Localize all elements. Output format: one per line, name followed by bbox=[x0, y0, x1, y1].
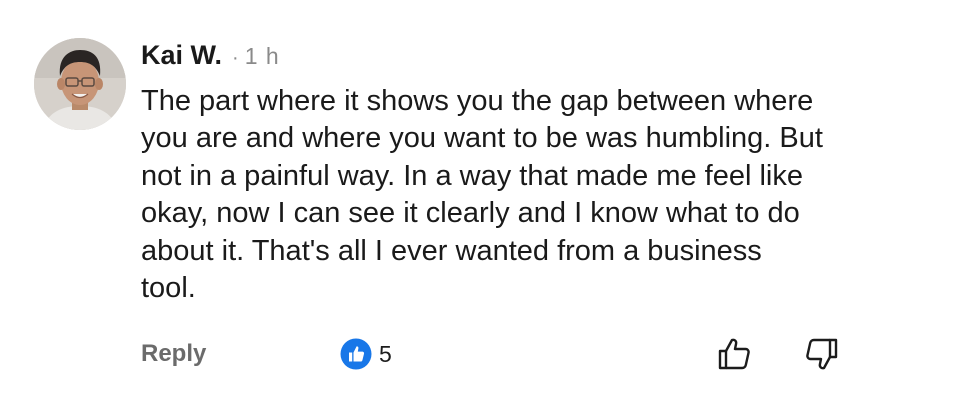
reply-button[interactable]: Reply bbox=[141, 340, 206, 368]
comment-header: Kai W. · 1 h bbox=[141, 40, 280, 74]
avatar[interactable] bbox=[34, 38, 126, 130]
like-button[interactable] bbox=[715, 334, 755, 374]
author-name[interactable]: Kai W. bbox=[141, 40, 222, 71]
dislike-button[interactable] bbox=[801, 334, 841, 374]
reaction-summary[interactable]: 5 bbox=[340, 338, 392, 370]
comment-body: The part where it shows you the gap betw… bbox=[141, 83, 941, 307]
comment-line: tool. bbox=[141, 272, 196, 305]
avatar-photo bbox=[34, 38, 126, 130]
meta-separator: · bbox=[232, 47, 239, 69]
comment-actions: Reply 5 bbox=[0, 330, 969, 378]
comment-line: about it. That's all I ever wanted from … bbox=[141, 234, 762, 267]
comment-line: not in a painful way. In a way that made… bbox=[141, 159, 803, 192]
comment: Kai W. · 1 h The part where it shows you… bbox=[0, 0, 969, 410]
comment-line: you are and where you want to be was hum… bbox=[141, 122, 823, 155]
reaction-count: 5 bbox=[379, 340, 392, 367]
thumbs-up-outline-icon bbox=[718, 338, 750, 370]
comment-line: The part where it shows you the gap betw… bbox=[141, 85, 814, 117]
thumbs-down-outline-icon bbox=[806, 338, 838, 370]
timestamp: 1 h bbox=[244, 43, 280, 69]
comment-line: okay, now I can see it clearly and I kno… bbox=[141, 197, 800, 230]
thumbs-up-badge-icon bbox=[340, 338, 372, 370]
